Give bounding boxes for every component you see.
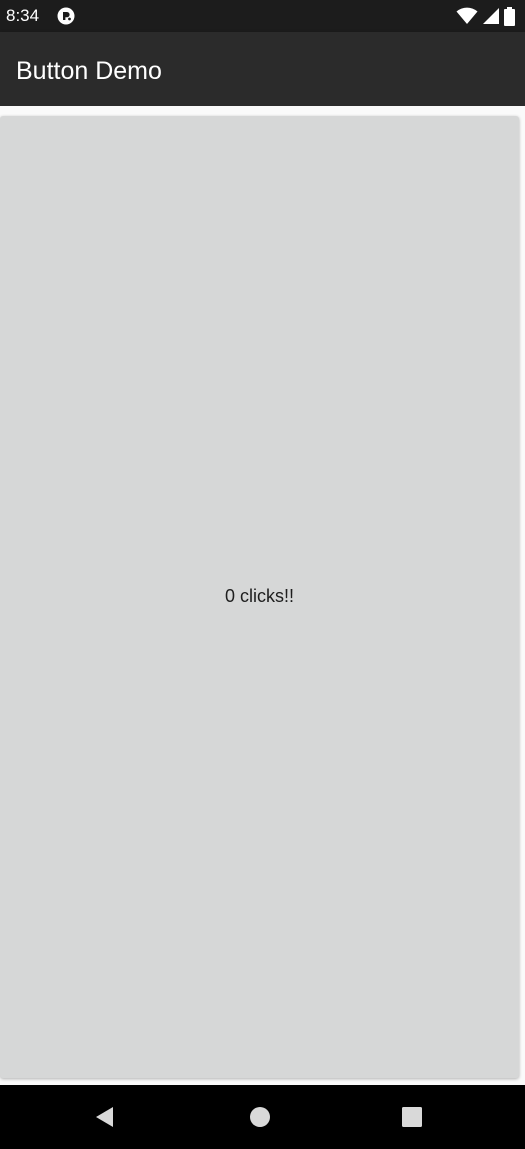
- status-bar: 8:34: [0, 0, 525, 32]
- battery-icon: [504, 6, 515, 26]
- click-counter-button[interactable]: 0 clicks!!: [0, 116, 519, 1078]
- recents-button[interactable]: [392, 1097, 432, 1137]
- home-button[interactable]: [240, 1097, 280, 1137]
- wifi-icon: [456, 7, 478, 24]
- back-icon: [96, 1107, 113, 1127]
- page-title: Button Demo: [16, 57, 162, 85]
- main-content: 0 clicks!!: [0, 106, 525, 1085]
- back-button[interactable]: [85, 1097, 125, 1137]
- app-notification-icon: [57, 7, 75, 25]
- home-icon: [250, 1107, 270, 1127]
- recents-icon: [402, 1107, 422, 1127]
- cell-signal-icon: [483, 8, 499, 24]
- status-icons: [456, 6, 515, 26]
- app-bar: Button Demo: [0, 32, 525, 106]
- status-time: 8:34: [6, 6, 40, 25]
- navigation-bar: [0, 1085, 525, 1149]
- click-counter-label: 0 clicks!!: [224, 586, 294, 606]
